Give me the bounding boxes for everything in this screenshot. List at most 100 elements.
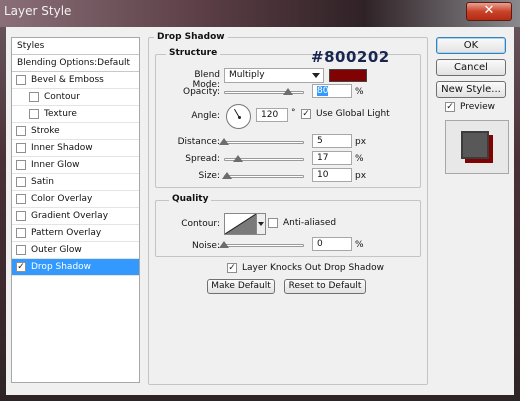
style-item-label: Color Overlay bbox=[31, 194, 93, 204]
size-input[interactable]: 10 bbox=[312, 168, 352, 182]
opacity-slider-thumb[interactable] bbox=[283, 88, 293, 95]
spread-unit: % bbox=[355, 154, 364, 164]
style-item-label: Outer Glow bbox=[31, 245, 82, 255]
ok-button[interactable]: OK bbox=[436, 37, 506, 54]
anti-aliased-check[interactable] bbox=[268, 218, 278, 228]
size-slider-thumb[interactable] bbox=[222, 172, 233, 179]
style-item-checkbox[interactable] bbox=[29, 92, 39, 102]
style-item-label: Gradient Overlay bbox=[31, 211, 109, 221]
style-item-checkbox[interactable] bbox=[29, 109, 39, 119]
size-slider-track[interactable] bbox=[224, 175, 304, 178]
style-item-label: Stroke bbox=[31, 126, 60, 136]
style-preview bbox=[445, 120, 509, 174]
angle-center bbox=[238, 116, 241, 119]
style-item-checkbox[interactable] bbox=[16, 211, 26, 221]
reset-to-default-button[interactable]: Reset to Default bbox=[284, 279, 366, 294]
style-item-checkbox[interactable] bbox=[16, 194, 26, 204]
style-item-checkbox[interactable] bbox=[16, 126, 26, 136]
title-bar[interactable]: Layer Style ✕ bbox=[0, 0, 520, 27]
preview-checkbox[interactable]: ✓ Preview bbox=[445, 102, 495, 112]
cancel-button[interactable]: Cancel bbox=[436, 59, 506, 76]
angle-input[interactable]: 120 bbox=[256, 108, 288, 122]
color-hex-annotation: #800202 bbox=[311, 48, 390, 66]
preview-swatch bbox=[461, 131, 489, 159]
style-item-label: Inner Glow bbox=[31, 160, 80, 170]
style-item-checkbox[interactable] bbox=[16, 245, 26, 255]
style-item-checkbox[interactable] bbox=[16, 160, 26, 170]
opacity-label: Opacity: bbox=[183, 87, 220, 97]
quality-title: Quality bbox=[169, 194, 212, 204]
noise-slider-thumb[interactable] bbox=[219, 241, 229, 248]
preview-check[interactable]: ✓ bbox=[445, 102, 455, 112]
style-item-label: Pattern Overlay bbox=[31, 228, 102, 238]
use-global-light-checkbox[interactable]: ✓ Use Global Light bbox=[301, 109, 390, 119]
opacity-input[interactable]: 80 bbox=[312, 84, 352, 98]
style-item-checkbox[interactable] bbox=[16, 177, 26, 187]
style-item-satin[interactable]: Satin bbox=[12, 174, 139, 191]
drop-shadow-title: Drop Shadow bbox=[154, 32, 228, 42]
size-label: Size: bbox=[198, 171, 220, 181]
close-button[interactable]: ✕ bbox=[466, 2, 512, 21]
distance-slider-thumb[interactable] bbox=[219, 138, 229, 145]
chevron-down-icon bbox=[258, 222, 264, 226]
use-global-light-check[interactable]: ✓ bbox=[301, 109, 311, 119]
blending-options-item[interactable]: Blending Options:Default bbox=[12, 55, 139, 72]
opacity-unit: % bbox=[355, 87, 364, 97]
window-title: Layer Style bbox=[4, 4, 72, 18]
blend-mode-value: Multiply bbox=[229, 70, 265, 80]
make-default-button[interactable]: Make Default bbox=[207, 279, 275, 294]
contour-dropdown[interactable] bbox=[256, 213, 266, 235]
angle-unit: ° bbox=[291, 108, 296, 118]
style-item-pattern-overlay[interactable]: Pattern Overlay bbox=[12, 225, 139, 242]
layer-knocks-out-check[interactable]: ✓ bbox=[227, 263, 237, 273]
noise-slider-track[interactable] bbox=[224, 244, 304, 247]
style-item-label: Contour bbox=[44, 92, 80, 102]
noise-label: Noise: bbox=[192, 241, 220, 251]
style-item-stroke[interactable]: Stroke bbox=[12, 123, 139, 140]
style-item-texture[interactable]: Texture bbox=[12, 106, 139, 123]
layer-knocks-out-label: Layer Knocks Out Drop Shadow bbox=[242, 263, 384, 273]
style-item-checkbox[interactable] bbox=[16, 228, 26, 238]
noise-input[interactable]: 0 bbox=[312, 237, 352, 251]
dialog-body: Styles Blending Options:Default Bevel & … bbox=[6, 27, 514, 395]
distance-slider-track[interactable] bbox=[224, 141, 304, 144]
noise-unit: % bbox=[355, 240, 364, 250]
style-item-checkbox[interactable] bbox=[16, 75, 26, 85]
styles-header[interactable]: Styles bbox=[12, 38, 139, 55]
opacity-value: 80 bbox=[317, 86, 329, 96]
spread-label: Spread: bbox=[185, 154, 220, 164]
blend-mode-select[interactable]: Multiply bbox=[224, 68, 324, 83]
angle-dial[interactable] bbox=[226, 104, 251, 129]
preview-label: Preview bbox=[460, 102, 496, 112]
shadow-color-swatch[interactable] bbox=[329, 69, 367, 82]
styles-list: Styles Blending Options:Default Bevel & … bbox=[11, 37, 140, 383]
style-item-inner-glow[interactable]: Inner Glow bbox=[12, 157, 139, 174]
style-item-contour[interactable]: Contour bbox=[12, 89, 139, 106]
style-item-inner-shadow[interactable]: Inner Shadow bbox=[12, 140, 139, 157]
style-item-label: Texture bbox=[44, 109, 77, 119]
angle-label: Angle: bbox=[191, 111, 220, 121]
style-item-label: Drop Shadow bbox=[31, 262, 92, 272]
anti-aliased-checkbox[interactable]: Anti-aliased bbox=[268, 218, 336, 228]
style-item-label: Bevel & Emboss bbox=[31, 75, 104, 85]
layer-knocks-out-checkbox[interactable]: ✓ Layer Knocks Out Drop Shadow bbox=[227, 263, 384, 273]
style-item-bevel-emboss[interactable]: Bevel & Emboss bbox=[12, 72, 139, 89]
style-items: Bevel & Emboss Contour Texture Stroke Inner … bbox=[12, 72, 139, 276]
contour-label: Contour: bbox=[181, 219, 220, 229]
style-item-color-overlay[interactable]: Color Overlay bbox=[12, 191, 139, 208]
distance-unit: px bbox=[355, 137, 367, 147]
spread-input[interactable]: 17 bbox=[312, 151, 352, 165]
style-item-drop-shadow[interactable]: ✓ Drop Shadow bbox=[12, 259, 139, 276]
contour-preview[interactable] bbox=[224, 213, 257, 235]
spread-slider-thumb[interactable] bbox=[232, 155, 243, 162]
use-global-light-label: Use Global Light bbox=[316, 109, 390, 119]
style-item-checkbox[interactable]: ✓ bbox=[16, 262, 26, 272]
anti-aliased-label: Anti-aliased bbox=[283, 218, 337, 228]
style-item-gradient-overlay[interactable]: Gradient Overlay bbox=[12, 208, 139, 225]
style-item-label: Inner Shadow bbox=[31, 143, 93, 153]
distance-input[interactable]: 5 bbox=[312, 134, 352, 148]
style-item-checkbox[interactable] bbox=[16, 143, 26, 153]
style-item-outer-glow[interactable]: Outer Glow bbox=[12, 242, 139, 259]
distance-label: Distance: bbox=[177, 137, 220, 147]
new-style-button[interactable]: New Style... bbox=[436, 81, 506, 98]
